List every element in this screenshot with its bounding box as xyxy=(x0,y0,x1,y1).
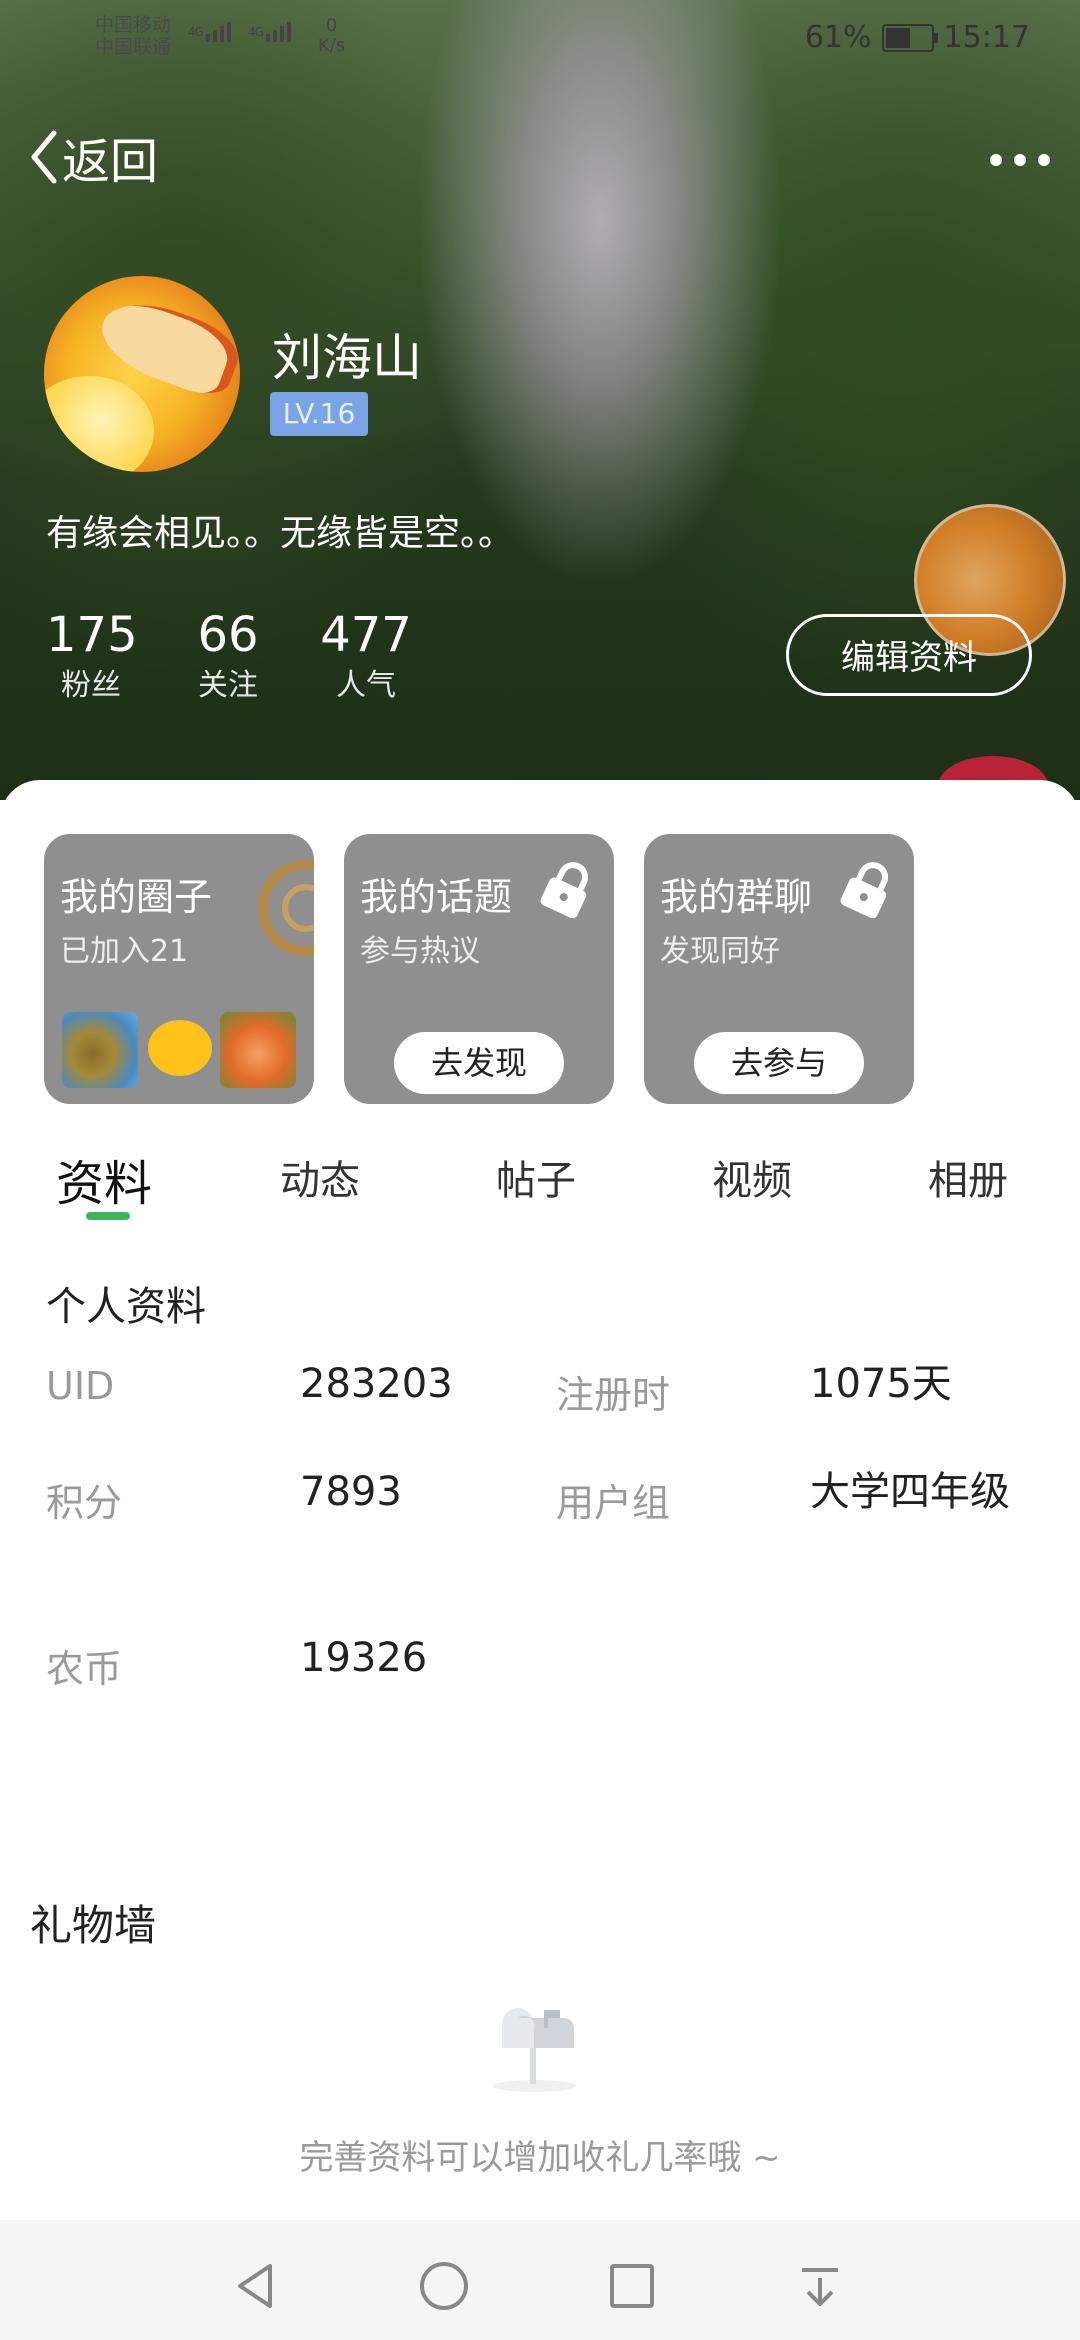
clock: 15:17 xyxy=(943,20,1030,55)
nav-notification-drawer-icon[interactable] xyxy=(790,2256,850,2316)
tab-activity[interactable]: 动态 xyxy=(280,1148,360,1206)
stat-popularity-value: 477 xyxy=(320,607,412,663)
info-label-uid: UID xyxy=(46,1364,115,1408)
info-label-user-group: 用户组 xyxy=(556,1481,671,1525)
profile-header-background: 中国移动 中国联通 4G 4G 0 K/s 61% 15:17 返回 刘海山 L… xyxy=(0,0,1080,800)
battery-percent: 61% xyxy=(804,20,872,55)
join-button[interactable]: 去参与 xyxy=(694,1032,864,1094)
status-right: 61% 15:17 xyxy=(805,20,1030,55)
nav-home-icon[interactable] xyxy=(414,2256,474,2316)
level-badge: LV.16 xyxy=(270,392,368,436)
active-tab-indicator xyxy=(86,1212,130,1220)
tab-videos[interactable]: 视频 xyxy=(712,1148,792,1206)
card-my-circles[interactable]: 我的圈子 已加入21 xyxy=(44,834,314,1104)
card-subtitle: 参与热议 xyxy=(360,934,480,969)
info-label-registered: 注册时 xyxy=(556,1373,671,1417)
gift-wall-empty-text: 完善资料可以增加收礼几率哦 ~ xyxy=(299,2138,781,2178)
info-value-coins: 19326 xyxy=(300,1635,428,1681)
info-label-points: 积分 xyxy=(46,1481,123,1525)
card-subtitle: 发现同好 xyxy=(660,934,780,969)
avatar[interactable] xyxy=(44,276,240,472)
stat-fans-value: 175 xyxy=(46,607,138,663)
signal-icon-2: 4G xyxy=(248,20,296,42)
carrier-1: 中国移动 xyxy=(95,14,172,36)
chat-bubble-icon xyxy=(148,1020,212,1076)
circle-thumbnail-peach xyxy=(220,1012,296,1088)
back-button[interactable]: 返回 xyxy=(28,122,158,192)
tab-profile[interactable]: 资料 xyxy=(56,1144,152,1214)
stat-popularity-label: 人气 xyxy=(336,668,396,703)
circle-logo-icon xyxy=(258,860,314,956)
lock-icon xyxy=(840,862,889,918)
carrier-2: 中国联通 xyxy=(95,36,172,58)
stat-following[interactable]: 66 关注 xyxy=(188,604,268,706)
stat-following-value: 66 xyxy=(197,607,259,663)
info-value-points: 7893 xyxy=(300,1469,402,1515)
card-title: 我的圈子 xyxy=(60,875,213,919)
more-options-icon[interactable] xyxy=(990,140,1050,180)
card-title: 我的群聊 xyxy=(660,875,813,919)
card-title: 我的话题 xyxy=(360,875,513,919)
nav-back-icon[interactable] xyxy=(226,2256,286,2316)
circle-thumbnail-kiwi xyxy=(62,1012,138,1088)
username: 刘海山 xyxy=(272,329,422,387)
info-value-registered: 1075天 xyxy=(810,1361,952,1407)
bio-text: 有缘会相见。。无缘皆是空。。 xyxy=(46,513,515,554)
gift-wall-title: 礼物墙 xyxy=(30,1901,157,1950)
chevron-left-icon xyxy=(31,130,57,184)
system-navigation-bar xyxy=(0,2220,1080,2340)
back-label: 返回 xyxy=(62,134,159,190)
card-my-topics[interactable]: 我的话题 参与热议 去发现 xyxy=(344,834,614,1104)
info-label-coins: 农币 xyxy=(46,1647,123,1691)
battery-icon xyxy=(881,23,938,52)
info-value-uid: 283203 xyxy=(300,1361,453,1407)
empty-mailbox-icon xyxy=(492,2008,576,2092)
tab-posts[interactable]: 帖子 xyxy=(496,1148,576,1206)
stat-fans-label: 粉丝 xyxy=(61,668,121,703)
card-subtitle: 已加入21 xyxy=(60,934,189,969)
personal-info-title: 个人资料 xyxy=(46,1284,206,1330)
carrier-labels: 中国移动 中国联通 xyxy=(95,14,171,58)
status-bar: 中国移动 中国联通 4G 4G 0 K/s 61% 15:17 xyxy=(0,0,1080,80)
edit-profile-button[interactable]: 编辑资料 xyxy=(786,614,1032,696)
network-speed: 0 K/s xyxy=(318,15,346,56)
stat-following-label: 关注 xyxy=(198,668,258,703)
discover-button[interactable]: 去发现 xyxy=(394,1032,564,1094)
stat-popularity[interactable]: 477 人气 xyxy=(318,604,414,706)
profile-tabs: 资料 动态 帖子 视频 相册 xyxy=(0,1148,1080,1228)
tab-album[interactable]: 相册 xyxy=(928,1148,1008,1206)
nav-recents-icon[interactable] xyxy=(602,2256,662,2316)
lock-icon xyxy=(540,862,589,918)
card-my-groups[interactable]: 我的群聊 发现同好 去参与 xyxy=(644,834,914,1104)
stat-fans[interactable]: 175 粉丝 xyxy=(46,604,138,706)
info-value-user-group: 大学四年级 xyxy=(810,1469,1010,1515)
signal-icon-1: 4G xyxy=(188,20,236,42)
